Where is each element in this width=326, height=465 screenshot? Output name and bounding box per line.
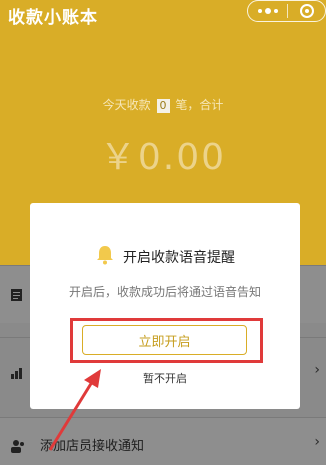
- more-menu-icon[interactable]: [248, 1, 287, 21]
- add-staff-label: 添加店员接收通知: [40, 439, 145, 454]
- chevron-right-icon: ›: [314, 362, 320, 378]
- chart-icon: [10, 366, 24, 380]
- voice-reminder-dialog: 开启收款语音提醒 开启后，收款成功后将通过语音告知 立即开启 暂不开启: [30, 203, 300, 409]
- total-amount: ￥0.00: [99, 137, 227, 178]
- enable-now-button[interactable]: 立即开启: [82, 325, 247, 355]
- chevron-right-icon: ›: [314, 434, 320, 450]
- dialog-description: 开启后，收款成功后将通过语音告知: [68, 285, 261, 299]
- staff-icon: [10, 438, 24, 453]
- dialog-title: 开启收款语音提醒: [123, 250, 235, 266]
- today-suffix: 笔，合计: [175, 98, 224, 112]
- today-summary: 今天收款 0 笔，合计: [0, 96, 326, 113]
- not-now-button[interactable]: 暂不开启: [30, 370, 300, 386]
- app-title: 收款小账本: [8, 8, 98, 28]
- document-icon: [10, 288, 24, 302]
- bell-icon: [96, 245, 114, 265]
- today-count-badge: 0: [156, 99, 170, 113]
- today-prefix: 今天收款: [102, 98, 151, 112]
- list-item-add-staff[interactable]: 添加店员接收通知 ›: [0, 417, 326, 465]
- mini-program-capsule: [247, 0, 326, 22]
- close-mini-program-icon[interactable]: [288, 1, 325, 21]
